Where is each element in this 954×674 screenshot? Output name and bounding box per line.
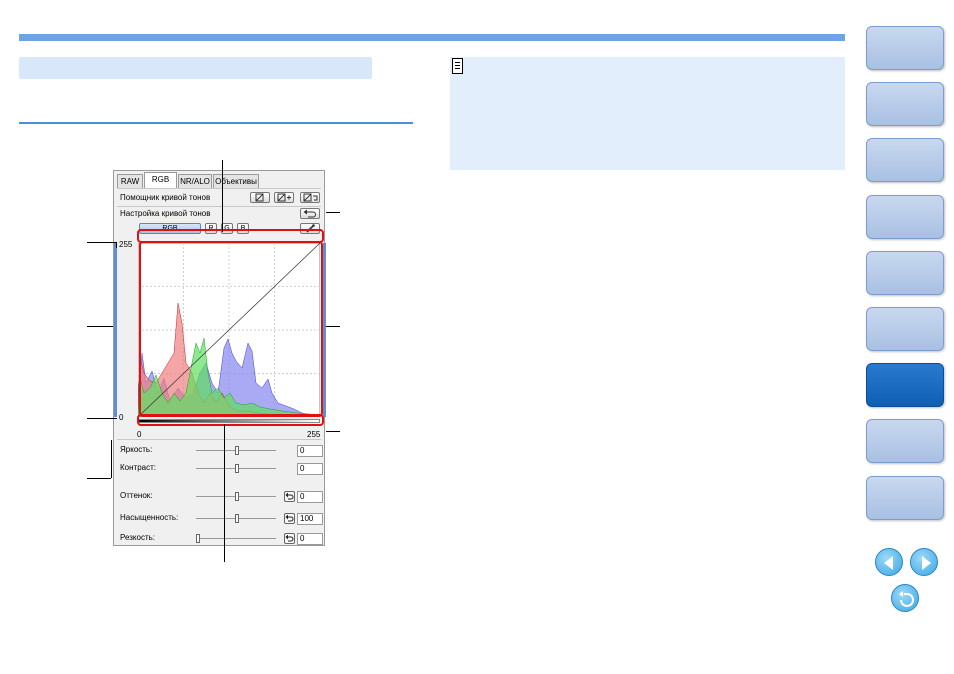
chapter-tab-6[interactable]	[866, 307, 944, 351]
slider-value-field[interactable]: 0	[297, 533, 323, 545]
chapter-tab-1[interactable]	[866, 26, 944, 70]
callout-input-box	[137, 414, 324, 426]
undo-icon	[303, 209, 316, 218]
tone-curve-assist-label: Помощник кривой тонов	[120, 193, 211, 202]
slider-label: Резкость:	[120, 533, 156, 542]
chapter-tab-9[interactable]	[866, 475, 944, 520]
undo-icon	[285, 534, 294, 542]
note-box	[450, 57, 845, 170]
callout-line-left-3	[87, 418, 117, 419]
top-rule	[19, 34, 845, 41]
row-divider	[117, 439, 321, 440]
slider-track[interactable]	[196, 538, 276, 539]
graph-x-min-label: 0	[137, 430, 142, 439]
callout-line-right-1	[326, 212, 340, 213]
tab-divider	[117, 188, 321, 189]
callout-line-left-4	[87, 478, 111, 479]
input-level-bar[interactable]	[323, 243, 326, 417]
chapter-tab-5[interactable]	[866, 250, 944, 295]
slider-thumb[interactable]	[235, 446, 239, 455]
graph-x-max-label: 255	[307, 430, 321, 439]
callout-line-right-3	[326, 431, 340, 432]
tone-curve-adjust-label: Настройка кривой тонов	[120, 209, 211, 218]
prev-page-button[interactable]	[875, 548, 903, 576]
callout-line-left-4-drop	[111, 440, 112, 478]
curve-plus-icon	[277, 193, 291, 202]
chapter-tab-3[interactable]	[866, 138, 944, 183]
chapter-tab-7[interactable]	[866, 363, 944, 408]
tone-curve-assist-reset-button[interactable]	[300, 192, 320, 203]
memo-icon	[452, 58, 463, 74]
slider-reset-button[interactable]	[284, 513, 295, 524]
chapter-tab-8[interactable]	[866, 419, 944, 464]
chapter-tab-4[interactable]	[866, 194, 944, 239]
return-icon	[899, 591, 914, 607]
callout-line-left-2	[87, 326, 113, 327]
slider-label: Яркость:	[120, 445, 153, 454]
slider-reset-button[interactable]	[284, 533, 295, 544]
slider-label: Насыщенность:	[120, 513, 179, 522]
callout-graph-box	[139, 241, 323, 417]
return-button[interactable]	[891, 584, 919, 612]
tone-curve-assist-auto-button[interactable]	[250, 192, 270, 203]
left-arrow-icon	[884, 556, 893, 570]
callout-line-right-2	[326, 326, 340, 327]
slider-label: Оттенок:	[120, 491, 153, 500]
slider-reset-button[interactable]	[284, 491, 295, 502]
slider-thumb[interactable]	[235, 492, 239, 501]
graph-y-min-label: 0	[119, 413, 124, 422]
callout-line-top	[222, 160, 223, 232]
section-title-bar	[19, 57, 372, 79]
chapter-tab-2[interactable]	[866, 82, 944, 127]
slider-label: Контраст:	[120, 463, 156, 472]
slider-value-field[interactable]: 0	[297, 463, 323, 475]
slider-value-field[interactable]: 0	[297, 491, 323, 503]
tab-rgb[interactable]: RGB	[144, 172, 177, 188]
undo-icon	[285, 492, 294, 500]
curve-reset-icon	[303, 193, 318, 202]
callout-line-left-1	[87, 242, 117, 243]
next-page-button[interactable]	[910, 548, 938, 576]
slider-thumb[interactable]	[196, 534, 200, 543]
tab-nr-alo[interactable]: NR/ALO	[178, 174, 212, 188]
tab-raw[interactable]: RAW	[117, 174, 143, 188]
curve-icon	[255, 193, 264, 202]
graph-y-max-label: 255	[119, 240, 133, 249]
callout-line-bottom	[224, 424, 225, 562]
slider-thumb[interactable]	[235, 464, 239, 473]
tone-curve-reset-button[interactable]	[300, 208, 320, 219]
tone-curve-assist-plus-button[interactable]	[274, 192, 294, 203]
slider-value-field[interactable]: 100	[297, 513, 323, 525]
output-level-bar[interactable]	[114, 243, 117, 417]
slider-thumb[interactable]	[235, 514, 239, 523]
slider-value-field[interactable]: 0	[297, 445, 323, 457]
right-arrow-icon	[922, 556, 931, 570]
heading-rule	[19, 122, 413, 124]
callout-line-left-1-tick	[116, 242, 117, 248]
tab-lens[interactable]: Объективы	[213, 174, 259, 188]
undo-icon	[285, 514, 294, 522]
row-divider	[117, 206, 321, 207]
